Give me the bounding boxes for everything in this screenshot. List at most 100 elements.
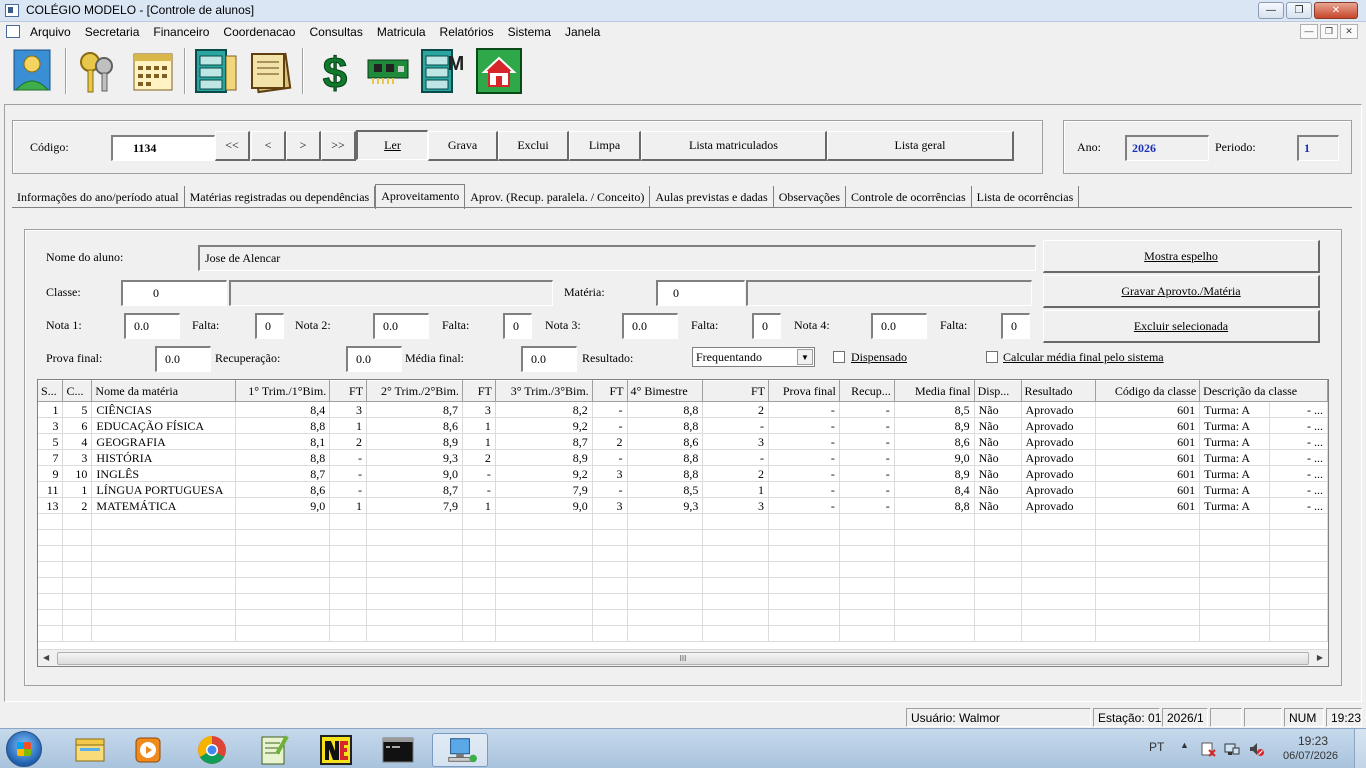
- col-header-ft1[interactable]: FT: [329, 380, 368, 402]
- falta3-input[interactable]: 0: [752, 313, 781, 339]
- language-indicator[interactable]: PT: [1149, 740, 1164, 754]
- col-header-trim1[interactable]: 1° Trim./1°Bim.: [235, 380, 331, 402]
- col-header-ft3[interactable]: FT: [592, 380, 628, 402]
- menu-sistema[interactable]: Sistema: [508, 25, 551, 39]
- col-header-recup[interactable]: Recup...: [839, 380, 895, 402]
- last-record-button[interactable]: >>: [321, 131, 356, 161]
- menu-financeiro[interactable]: Financeiro: [153, 25, 209, 39]
- falta1-input[interactable]: 0: [255, 313, 284, 339]
- cmd-icon[interactable]: [370, 733, 426, 767]
- lista-geral-button[interactable]: Lista geral: [827, 131, 1014, 161]
- empty-table-row[interactable]: [38, 593, 1328, 610]
- clock-date[interactable]: 06/07/2026: [1283, 750, 1338, 762]
- home-icon[interactable]: [474, 46, 524, 96]
- menu-consultas[interactable]: Consultas: [309, 25, 362, 39]
- media-player-icon[interactable]: [120, 733, 176, 767]
- materia-input[interactable]: 0: [656, 280, 745, 306]
- table-row[interactable]: 13 2 MATEMÁTICA 9,0 1 7,9 1 9,0 3 9,3 3- -8,8 Não Apr…: [38, 497, 1328, 514]
- media-final-input[interactable]: 0.0: [521, 346, 577, 372]
- limpa-button[interactable]: Limpa: [569, 131, 641, 161]
- col-header-disp[interactable]: Disp...: [974, 380, 1022, 402]
- col-header-seq[interactable]: S...: [38, 380, 64, 402]
- ler-button[interactable]: Ler: [356, 130, 428, 160]
- empty-table-row[interactable]: [38, 545, 1328, 562]
- colegio-app-icon[interactable]: [432, 733, 488, 767]
- falta2-input[interactable]: 0: [503, 313, 532, 339]
- menu-secretaria[interactable]: Secretaria: [85, 25, 140, 39]
- nota3-input[interactable]: 0.0: [622, 313, 678, 339]
- menu-relatorios[interactable]: Relatórios: [440, 25, 494, 39]
- empty-table-row[interactable]: [38, 577, 1328, 594]
- documents-icon[interactable]: [246, 46, 296, 96]
- table-row[interactable]: 9 10 INGLÊS 8,7-9,0-9,2 3 8,8 2- -8,9 Não Aprovad…: [38, 465, 1328, 482]
- calcular-media-label[interactable]: Calcular média final pelo sistema: [1003, 350, 1164, 365]
- keys-icon[interactable]: [72, 46, 122, 96]
- resultado-select[interactable]: Frequentando ▼: [692, 347, 815, 367]
- lista-matriculados-button[interactable]: Lista matriculados: [641, 131, 827, 161]
- excluir-selecionada-button[interactable]: Excluir selecionada: [1043, 310, 1320, 343]
- nota2-input[interactable]: 0.0: [373, 313, 429, 339]
- action-center-icon[interactable]: [1200, 741, 1216, 757]
- col-header-media-final[interactable]: Media final: [894, 380, 975, 402]
- first-record-button[interactable]: <<: [215, 131, 250, 161]
- menu-janela[interactable]: Janela: [565, 25, 600, 39]
- col-header-materia[interactable]: Nome da matéria: [91, 380, 237, 402]
- clock-time[interactable]: 19:23: [1298, 734, 1328, 748]
- close-button[interactable]: ✕: [1314, 2, 1358, 19]
- menu-matricula[interactable]: Matricula: [377, 25, 426, 39]
- gravar-aprovto-button[interactable]: Gravar Aprovto./Matéria: [1043, 275, 1320, 308]
- mostra-espelho-button[interactable]: Mostra espelho: [1043, 240, 1320, 273]
- show-desktop-button[interactable]: [1354, 729, 1366, 768]
- mdi-restore-button[interactable]: ❐: [1320, 24, 1338, 39]
- mdi-child-icon[interactable]: [6, 25, 20, 38]
- nota1-input[interactable]: 0.0: [124, 313, 180, 339]
- chevron-down-icon[interactable]: ▼: [797, 349, 813, 365]
- cabinet-m-icon[interactable]: M: [418, 46, 468, 96]
- chrome-icon[interactable]: [184, 733, 240, 767]
- col-header-ft2[interactable]: FT: [462, 380, 496, 402]
- col-header-trim2[interactable]: 2° Trim./2°Bim.: [366, 380, 463, 402]
- notepad-plus-icon[interactable]: [246, 733, 302, 767]
- menu-coordenacao[interactable]: Coordenacao: [223, 25, 295, 39]
- empty-table-row[interactable]: [38, 529, 1328, 546]
- col-header-ft4[interactable]: FT: [702, 380, 769, 402]
- nota4-input[interactable]: 0.0: [871, 313, 927, 339]
- prova-final-input[interactable]: 0.0: [155, 346, 211, 372]
- table-row[interactable]: 3 6 EDUCAÇÃO FÍSICA 8,8 1 8,6 1 9,2-8,8- - -8,9 Nã…: [38, 417, 1328, 434]
- tab-informacoes[interactable]: Informações do ano/período atual: [12, 186, 185, 208]
- dispensado-checkbox[interactable]: [833, 351, 845, 363]
- tab-materias[interactable]: Matérias registradas ou dependências: [184, 186, 376, 208]
- empty-table-row[interactable]: [38, 609, 1328, 626]
- empty-table-row[interactable]: [38, 561, 1328, 578]
- scroll-thumb[interactable]: III: [57, 652, 1309, 665]
- tab-aulas[interactable]: Aulas previstas e dadas: [650, 186, 774, 208]
- mdi-close-button[interactable]: ✕: [1340, 24, 1358, 39]
- dispensado-label[interactable]: Dispensado: [851, 350, 907, 365]
- table-row[interactable]: 1 5 CIÊNCIAS 8,4 3 8,7 3 8,2-8,8 2- -8,5 Não Aprova…: [38, 401, 1328, 418]
- grava-button[interactable]: Grava: [428, 131, 498, 161]
- scroll-left-icon[interactable]: ◀: [43, 653, 49, 662]
- table-row[interactable]: 7 3 HISTÓRIA 8,8-9,3 2 8,9-8,8- - -9,0 Não Aprova…: [38, 449, 1328, 466]
- exclui-button[interactable]: Exclui: [498, 131, 569, 161]
- falta4-input[interactable]: 0: [1001, 313, 1030, 339]
- tab-aprov-recup[interactable]: Aprov. (Recup. paralela. / Conceito): [465, 186, 651, 208]
- aproveitamento-grid[interactable]: S... C... Nome da matéria 1° Trim./1°Bim…: [37, 379, 1329, 667]
- col-header-bim4[interactable]: 4° Bimestre: [627, 380, 704, 402]
- col-header-codigo-classe[interactable]: Código da classe: [1095, 380, 1201, 402]
- scroll-right-icon[interactable]: ▶: [1317, 653, 1323, 662]
- maximize-button[interactable]: ❐: [1286, 2, 1312, 19]
- col-header-resultado[interactable]: Resultado: [1021, 380, 1097, 402]
- recuperacao-input[interactable]: 0.0: [346, 346, 402, 372]
- col-header-prova-final[interactable]: Prova final: [768, 380, 840, 402]
- calendar-icon[interactable]: [128, 46, 178, 96]
- minimize-button[interactable]: —: [1258, 2, 1284, 19]
- codigo-input[interactable]: 1134: [111, 135, 215, 161]
- tray-expand-icon[interactable]: ▲: [1180, 740, 1189, 750]
- tab-lista-ocorrencias[interactable]: Lista de ocorrências: [971, 186, 1080, 208]
- tab-controle-ocorrencias[interactable]: Controle de ocorrências: [846, 186, 972, 208]
- calcular-media-checkbox[interactable]: [986, 351, 998, 363]
- classe-input[interactable]: 0: [121, 280, 227, 306]
- col-header-descricao-classe[interactable]: Descrição da classe: [1199, 380, 1328, 402]
- tab-aproveitamento[interactable]: Aproveitamento: [375, 184, 466, 209]
- file-cabinet-icon[interactable]: [190, 46, 240, 96]
